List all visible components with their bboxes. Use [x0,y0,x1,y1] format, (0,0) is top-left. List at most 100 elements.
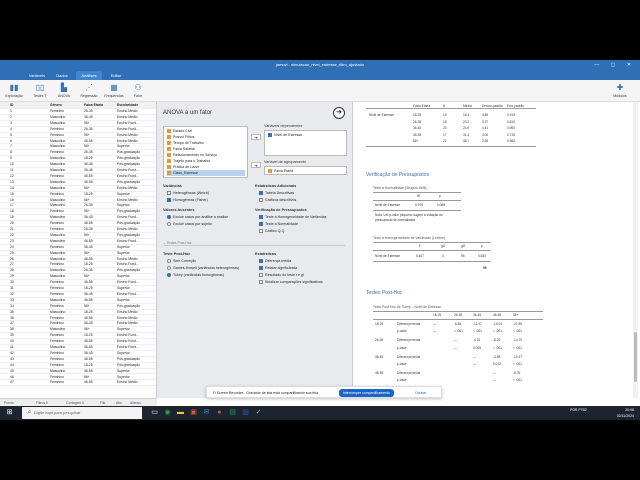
col-header-id[interactable]: ID [10,102,34,109]
tukey-cell: -6.84 [454,322,462,326]
edge-icon[interactable]: ◉ [163,408,172,417]
system-clock[interactable]: 20:08 02/11/2024 [617,407,634,419]
exploration-button[interactable]: ▮▮ Exploração [0,83,28,98]
normality-checkbox[interactable]: Teste à Normalidade [259,221,298,227]
normality-caption: Teste à Normalidade (Shapiro-Wilk) [373,186,427,190]
ttest-result-checkbox[interactable]: Resultado do teste t e gl [259,272,304,278]
tukey-cell: Diferença média [397,338,421,343]
factor-icon: ⚇ [134,83,142,92]
dependent-item[interactable]: Nível de Estresse [268,132,302,138]
statistics-label: Estatísticas [255,252,277,256]
dependent-box[interactable]: Nível de Estresse [264,130,347,156]
fisher-checkbox[interactable]: Homogêneas (Fisher) [167,197,208,203]
significance-checkbox[interactable]: Relatar significância [259,265,297,271]
windows-start-icon[interactable]: ⊞ [5,408,14,417]
regression-icon: ⋰ [85,83,93,92]
tab-editar[interactable]: Editar [106,71,126,80]
missing-listwise-radio[interactable]: Excluir casos por sujeito [167,221,212,227]
excel-icon[interactable]: ▤ [228,408,237,417]
col-header-genero[interactable]: Gênero [50,102,80,109]
welch-checkbox[interactable]: Heterogêneas (Welch) [167,190,209,196]
games-howell-radio[interactable]: Games-Howell (variâncias heterogêneas) [167,265,239,271]
tukey-radio[interactable]: Tukey (variâncias homogêneas) [167,272,224,278]
variable-item-selected[interactable]: Class_Estresse [167,170,245,176]
chrome-icon[interactable]: ● [215,408,224,417]
cell-genero[interactable]: Feminino [50,380,68,386]
desc-cell: 2.65 [482,139,489,143]
jamovi-icon[interactable]: ✓ [254,408,263,417]
col-header-faixa-etaria[interactable]: Faixa Etária [84,102,114,109]
tab-variaveis[interactable]: Variáveis [26,71,48,80]
window-controls[interactable]: — ▢ ✕ [594,60,636,70]
store-icon[interactable]: ▣ [189,408,198,417]
assumptions-label: Verificação de Pressupostos [255,208,307,212]
modules-button[interactable]: ✚ Módulos [606,83,634,98]
posthoc-section-header[interactable]: ⌄ Testes Post-Hoc [163,240,345,246]
frequencies-label: Frequências [104,94,124,98]
regression-button[interactable]: ⋰ Regressão [75,83,103,98]
tukey-cell: 0.005 [473,345,481,350]
dependent-value: Nível de Estresse [274,133,303,137]
desc-cell: 16.4 [463,113,470,117]
missing-analysis-radio[interactable]: Excluir casos por análise a análise [167,214,228,220]
desc-cell: 18 [443,119,447,124]
desc-table-bottom-rule [366,146,536,147]
stop-sharing-button[interactable]: Interromper compartilhamento [339,389,394,397]
task-view-icon[interactable]: ▭ [150,408,159,417]
missing-values-label: Valores Ausentes [163,208,195,212]
table-row[interactable]: 47 Feminino 46-55 Ensino Médio [0,380,156,387]
tab-dados[interactable]: Dados [52,71,72,80]
factor-button[interactable]: ⚇ Fator [124,83,152,98]
taskbar-search-input[interactable]: Digite aqui para pesquisar [22,407,142,419]
radio-selected-icon [167,273,171,278]
variable-label: Class_Estresse [173,171,198,175]
cell-faixa-etaria[interactable]: 46-55 [84,380,114,386]
folder-icon[interactable]: ▬ [176,408,185,417]
levene-rule [373,261,491,262]
mean-diff-checkbox[interactable]: Diferença média [259,258,291,264]
col-header-escolaridade[interactable]: Escolaridade [117,102,155,109]
move-to-dependent-button[interactable]: ➔ [251,134,261,140]
data-spreadsheet[interactable]: ID Gênero Faixa Etária Escolaridade 1 Fem… [0,102,157,398]
tukey-col-header: 26-35 [454,313,463,317]
checkbox-icon [167,191,171,196]
run-arrow-icon[interactable]: ➔ [333,107,345,119]
desc-table-top-rule [366,108,536,109]
anova-options-panel: ANOVA a um fator ➔ Estado Civil Possui F… [157,102,352,398]
nominal-icon [167,153,171,158]
results-scrollbar[interactable] [633,102,638,398]
move-to-grouping-button[interactable]: ➔ [251,162,261,168]
cell-id[interactable]: 47 [10,380,34,386]
tukey-cell: p-valor [397,362,407,366]
nominal-icon [167,147,171,152]
language-indicator[interactable]: POR PTB2 [570,407,590,413]
tukey-cell: -21.85 [513,322,523,326]
no-correction-radio[interactable]: Sem Correção [167,258,196,264]
dependent-label: Variáveis dependentes [264,124,303,128]
tukey-cell: -8.20 [493,338,501,343]
flag-significant-checkbox[interactable]: Sinalizar comparações significativas [259,279,323,285]
tab-analises[interactable]: Análises [76,71,102,80]
variable-list[interactable]: Estado Civil Possui Filhos Tempo de Trab… [163,126,248,178]
mail-icon[interactable]: ✉ [202,408,211,417]
scrollbar-thumb[interactable] [634,332,637,382]
checkbox-checked-icon [167,198,171,203]
desc-col-header: Desvio-padrão [482,104,503,108]
levene-col-gl1: gl1 [441,244,446,248]
grouping-box[interactable]: Faixa Etária [264,166,347,175]
results-panel[interactable]: Faixa Etária N Média Desvio-padrão Erro-padr… [352,102,640,398]
hide-button[interactable]: Ocultar [411,389,430,397]
descriptives-plot-checkbox[interactable]: Gráficos descritivos [259,197,296,203]
nominal-icon [167,135,171,140]
desc-col-header: Erro-padrão [507,104,525,108]
significance-label: Relatar significância [265,266,298,270]
word-icon[interactable]: ▥ [241,408,250,417]
anova-button[interactable]: ▙ ANOVA [50,83,78,98]
cell-escolaridade[interactable]: Ensino Médio [117,380,155,386]
grouping-item[interactable]: Faixa Etária [268,168,293,174]
homogeneity-checkbox[interactable]: Teste à Homogeneidade de Variâncias [259,214,326,220]
tukey-cell: — [433,322,437,326]
qq-plot-checkbox[interactable]: Gráfico Q-Q [259,228,284,234]
descriptives-table-checkbox[interactable]: Tabela Descritivas [259,190,294,196]
taskbar: ⊞ Digite aqui para pesquisar ⌕ ▭ ◉ ▬ ▣ ✉… [0,406,640,420]
